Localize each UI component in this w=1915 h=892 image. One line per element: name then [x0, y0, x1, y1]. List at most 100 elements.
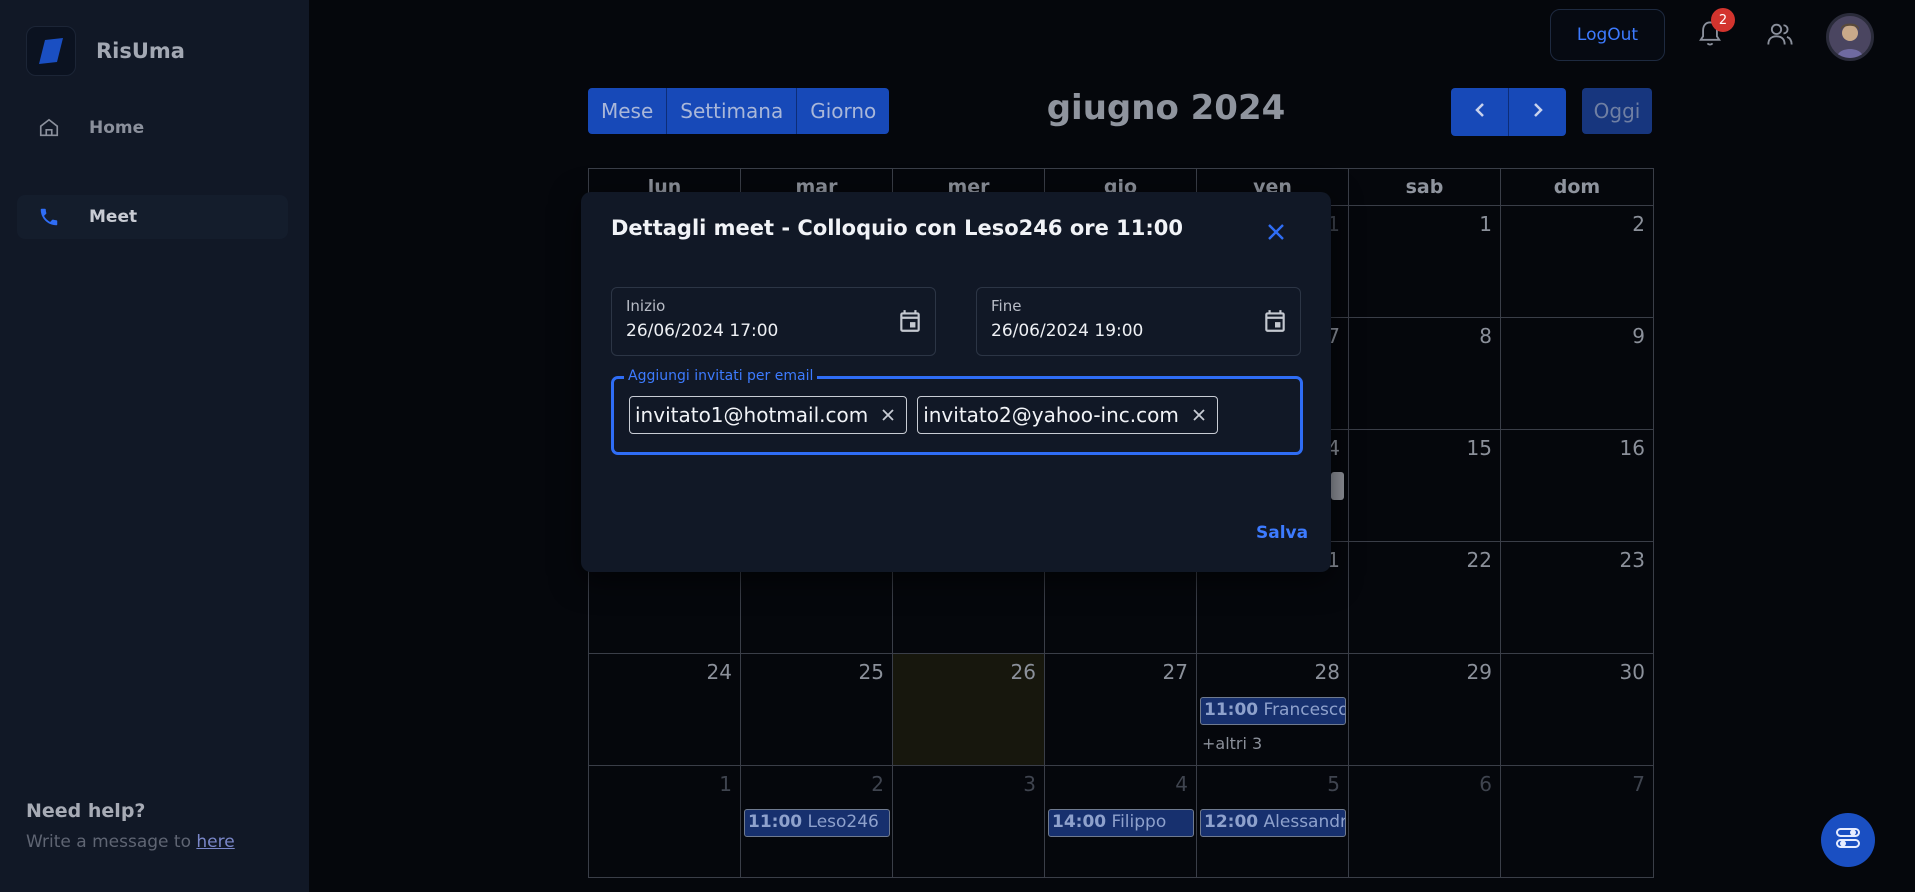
day-number: 28 — [1314, 660, 1340, 684]
day-cell[interactable]: 28 11:00 Francesco +altri 3 — [1197, 653, 1349, 765]
day-cell[interactable]: 15 — [1349, 429, 1501, 541]
day-number: 22 — [1466, 548, 1492, 572]
invitee-email: invitato1@hotmail.com — [635, 403, 869, 427]
chevron-left-icon — [1471, 101, 1489, 123]
day-number: 1 — [1479, 212, 1492, 236]
day-number: 15 — [1466, 436, 1492, 460]
save-button[interactable]: Salva — [1256, 523, 1308, 543]
start-value[interactable]: 26/06/2024 17:00 — [626, 321, 778, 341]
day-cell[interactable]: 30 — [1501, 653, 1653, 765]
chevron-right-icon — [1529, 101, 1547, 123]
day-cell[interactable]: 5 12:00 Alessandro — [1197, 765, 1349, 877]
day-cell[interactable]: 29 — [1349, 653, 1501, 765]
day-cell[interactable]: 23 — [1501, 541, 1653, 653]
invitee-chip[interactable]: invitato2@yahoo-inc.com — [917, 396, 1218, 434]
calendar-icon[interactable] — [897, 308, 923, 334]
next-month-button[interactable] — [1509, 88, 1566, 136]
help-section: Need help? Write a message to here — [26, 800, 235, 852]
day-cell[interactable]: 9 — [1501, 317, 1653, 429]
help-title: Need help? — [26, 800, 146, 822]
avatar[interactable] — [1826, 13, 1874, 61]
close-icon — [1266, 222, 1286, 246]
view-month-button[interactable]: Mese — [588, 88, 668, 134]
event-time: 14:00 — [1052, 812, 1107, 832]
day-cell[interactable]: 16 — [1501, 429, 1653, 541]
day-cell[interactable]: 24 — [589, 653, 741, 765]
day-cell[interactable]: 7 — [1501, 765, 1653, 877]
day-cell[interactable]: 26 — [893, 653, 1045, 765]
sidebar: RisUma Home Meet Need help? Write a mess… — [0, 0, 309, 892]
sidebar-item-label: Meet — [89, 207, 138, 227]
day-number: 8 — [1479, 324, 1492, 348]
day-number: 7 — [1632, 772, 1645, 796]
day-number: 3 — [1023, 772, 1036, 796]
meet-details-dialog: Dettagli meet - Colloquio con Leso246 or… — [581, 192, 1331, 572]
day-number: 9 — [1632, 324, 1645, 348]
day-number: 23 — [1619, 548, 1645, 572]
day-cell[interactable]: 22 — [1349, 541, 1501, 653]
logout-button[interactable]: LogOut — [1550, 9, 1665, 61]
sidebar-item-meet[interactable]: Meet — [17, 195, 288, 239]
event-name: Filippo — [1111, 812, 1167, 832]
calendar-title: giugno 2024 — [1046, 88, 1286, 128]
end-value[interactable]: 26/06/2024 19:00 — [991, 321, 1143, 341]
day-cell[interactable]: 25 — [741, 653, 893, 765]
sidebar-item-label: Home — [89, 118, 145, 138]
sidebar-item-home[interactable]: Home — [17, 106, 288, 150]
invitees-input[interactable]: Aggiungi invitati per email invitato1@ho… — [611, 368, 1303, 455]
day-number: 30 — [1619, 660, 1645, 684]
invitees-label: Aggiungi invitati per email — [624, 368, 818, 384]
settings-fab[interactable] — [1821, 813, 1875, 867]
invitee-chip[interactable]: invitato1@hotmail.com — [629, 396, 908, 434]
day-number: 4 — [1175, 772, 1188, 796]
day-cell[interactable]: 1 — [1349, 205, 1501, 317]
day-cell[interactable]: 2 11:00 Leso246 — [741, 765, 893, 877]
view-day-button[interactable]: Giorno — [797, 88, 890, 134]
day-cell[interactable]: 4 14:00 Filippo — [1045, 765, 1197, 877]
day-cell[interactable]: 2 — [1501, 205, 1653, 317]
event-name: Francesco — [1263, 700, 1346, 720]
weekday-label: dom — [1553, 176, 1601, 198]
remove-chip-icon[interactable] — [878, 405, 898, 425]
day-number: 2 — [871, 772, 884, 796]
users-icon[interactable] — [1766, 20, 1794, 48]
calendar-event[interactable]: 11:00 Francesco — [1200, 697, 1346, 725]
weekday-label: sab — [1349, 169, 1501, 205]
event-scroll-handle[interactable] — [1331, 472, 1344, 500]
day-cell[interactable]: 3 — [893, 765, 1045, 877]
close-button[interactable] — [1262, 220, 1290, 248]
start-datetime-field[interactable]: Inizio 26/06/2024 17:00 — [611, 287, 936, 356]
calendar-icon[interactable] — [1262, 308, 1288, 334]
help-text: Write a message to here — [26, 832, 235, 852]
event-name: Alessandro — [1263, 812, 1346, 832]
event-name: Leso246 — [807, 812, 879, 832]
day-cell[interactable]: 8 — [1349, 317, 1501, 429]
day-number: 24 — [706, 660, 732, 684]
calendar-event[interactable]: 12:00 Alessandro — [1200, 809, 1346, 837]
calendar-event[interactable]: 14:00 Filippo — [1048, 809, 1194, 837]
view-week-button[interactable]: Settimana — [667, 88, 798, 134]
brand-name: RisUma — [96, 39, 185, 63]
dialog-title: Dettagli meet - Colloquio con Leso246 or… — [611, 216, 1184, 240]
notification-badge: 2 — [1711, 8, 1735, 32]
view-switcher: Mese Settimana Giorno — [588, 88, 890, 134]
help-link[interactable]: here — [196, 832, 234, 852]
day-number: 26 — [1010, 660, 1036, 684]
calendar-event[interactable]: 11:00 Leso246 — [744, 809, 890, 837]
help-text-label: Write a message to — [26, 832, 197, 852]
invitee-email: invitato2@yahoo-inc.com — [923, 403, 1179, 427]
phone-icon — [37, 205, 61, 229]
day-cell[interactable]: 27 — [1045, 653, 1197, 765]
event-time: 11:00 — [1204, 700, 1259, 720]
brand[interactable]: RisUma — [26, 26, 185, 76]
today-button[interactable]: Oggi — [1582, 88, 1652, 134]
remove-chip-icon[interactable] — [1189, 405, 1209, 425]
prev-month-button[interactable] — [1451, 88, 1509, 136]
more-events-link[interactable]: +altri 3 — [1202, 734, 1262, 753]
end-datetime-field[interactable]: Fine 26/06/2024 19:00 — [976, 287, 1301, 356]
day-number: 25 — [858, 660, 884, 684]
day-number: 6 — [1479, 772, 1492, 796]
day-cell[interactable]: 6 — [1349, 765, 1501, 877]
day-cell[interactable]: 1 — [589, 765, 741, 877]
event-time: 12:00 — [1204, 812, 1259, 832]
